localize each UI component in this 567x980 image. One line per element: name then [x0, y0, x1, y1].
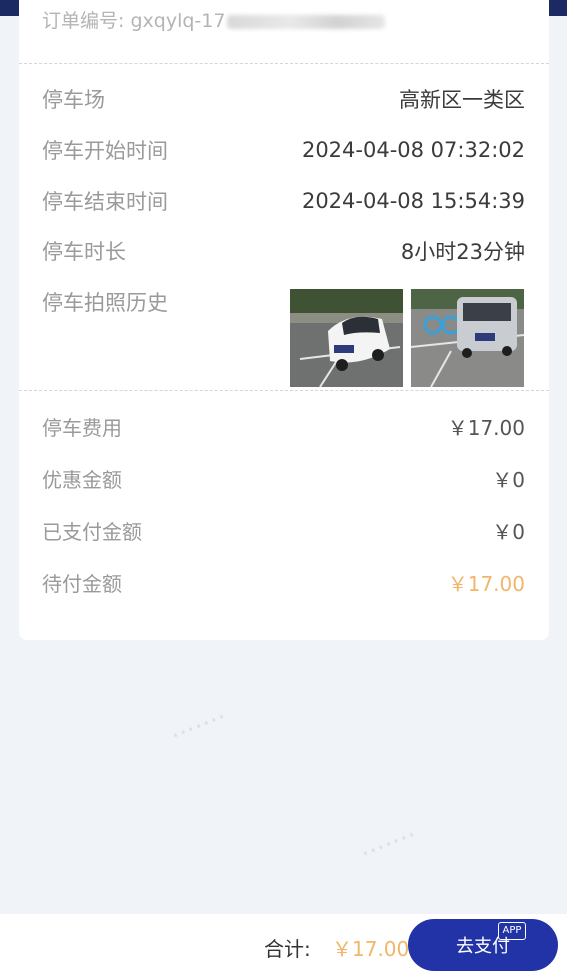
row-pending: 待付金额 ￥17.00: [42, 567, 525, 597]
row-duration: 停车时长 8小时23分钟: [42, 236, 525, 266]
app-badge-icon: APP: [498, 922, 526, 940]
row-start-time: 停车开始时间 2024-04-08 07:32:02: [42, 135, 525, 165]
divider: [19, 63, 549, 64]
pending-label: 待付金额: [42, 571, 122, 596]
parking-fee-value: ￥17.00: [447, 415, 525, 440]
end-time-label: 停车结束时间: [42, 190, 168, 214]
duration-label: 停车时长: [42, 240, 126, 264]
parking-fee-label: 停车费用: [42, 415, 122, 440]
parking-photo-1[interactable]: [290, 289, 403, 387]
order-number-redacted: [227, 14, 386, 29]
start-time-value: 2024-04-08 07:32:02: [301, 138, 525, 162]
watermark: ·······: [166, 702, 232, 752]
pending-value: ￥17.00: [447, 571, 525, 596]
parking-photo-2[interactable]: [411, 289, 524, 387]
total-label: 合计:: [264, 937, 311, 961]
order-number-label: 订单编号:: [42, 10, 125, 32]
photo-history-label: 停车拍照历史: [42, 291, 168, 315]
divider: [19, 390, 549, 391]
paid-value: ￥0: [492, 519, 525, 544]
row-parking-fee: 停车费用 ￥17.00: [42, 411, 525, 441]
discount-label: 优惠金额: [42, 467, 122, 492]
start-time-label: 停车开始时间: [42, 139, 168, 163]
order-number-value: gxqylq-17: [130, 10, 226, 32]
row-end-time: 停车结束时间 2024-04-08 15:54:39: [42, 186, 525, 216]
row-parking-lot: 停车场 高新区一类区: [42, 84, 525, 114]
paid-label: 已支付金额: [42, 519, 142, 544]
parking-lot-value: 高新区一类区: [399, 88, 525, 112]
watermark: ·······: [356, 820, 422, 870]
total-value: ￥17.00: [332, 937, 410, 961]
end-time-value: 2024-04-08 15:54:39: [301, 189, 525, 213]
order-detail-card: 订单编号: gxqylq-17 停车场 高新区一类区 停车开始时间 2024-0…: [19, 0, 549, 640]
row-discount: 优惠金额 ￥0: [42, 463, 525, 493]
row-paid: 已支付金额 ￥0: [42, 515, 525, 545]
order-number: 订单编号: gxqylq-17: [42, 6, 386, 33]
parking-lot-label: 停车场: [42, 88, 105, 112]
duration-value: 8小时23分钟: [400, 240, 525, 264]
discount-value: ￥0: [492, 467, 525, 492]
pay-button[interactable]: 去支付: [408, 919, 558, 971]
